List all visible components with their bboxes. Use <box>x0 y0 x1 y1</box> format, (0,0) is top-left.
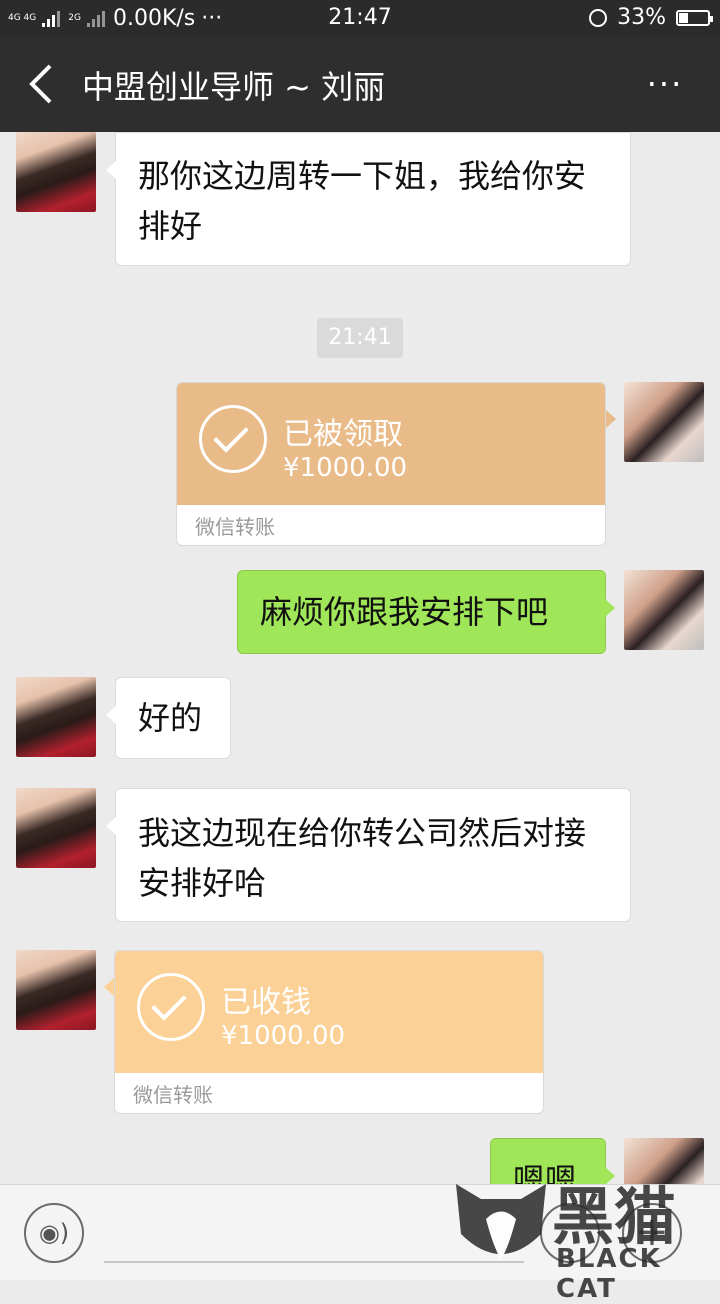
transfer-status: 已被领取 <box>283 417 403 452</box>
cat-logo-icon <box>456 1184 546 1259</box>
check-circle-icon <box>199 405 267 473</box>
transfer-card-top: 已被领取 ¥1000.00 <box>177 383 605 505</box>
voice-icon: ◉) <box>38 1219 70 1247</box>
transfer-amount: ¥1000.00 <box>283 453 408 483</box>
transfer-card-top: 已收钱 ¥1000.00 <box>115 951 543 1073</box>
check-circle-icon <box>137 973 205 1041</box>
transfer-footer: 微信转账 <box>133 1083 213 1107</box>
black-cat-watermark: 黑猫 BLACK CAT <box>446 1160 720 1304</box>
transfer-card[interactable]: 已被领取 ¥1000.00 微信转账 <box>176 382 606 546</box>
chat-header: 中盟创业导师 ~ 刘丽 ··· <box>0 36 720 132</box>
chat-title: 中盟创业导师 ~ 刘丽 <box>82 68 386 106</box>
watermark-en: BLACK CAT <box>556 1244 662 1304</box>
self-avatar[interactable] <box>624 570 704 650</box>
battery-percent: 33% <box>617 5 666 30</box>
message-bubble[interactable]: 麻烦你跟我安排下吧 <box>237 570 615 654</box>
alarm-icon <box>589 8 608 27</box>
status-bar: 4G 4G 2G 0.00K/s ··· 21:47 33% <box>0 0 720 36</box>
bubble-tail <box>104 978 114 996</box>
watermark-cn: 黑猫 <box>552 1180 677 1253</box>
transfer-amount: ¥1000.00 <box>221 1021 346 1051</box>
more-options-button[interactable]: ··· <box>640 62 690 106</box>
message-bubble[interactable]: 我这边现在给你转公司然后对接安排好哈 <box>106 788 631 922</box>
battery-fill <box>679 12 688 23</box>
message-timestamp: 21:41 <box>317 318 403 358</box>
back-arrow-icon[interactable] <box>20 58 64 110</box>
message-bubble[interactable]: 那你这边周转一下姐，我给你安排好 <box>106 132 631 266</box>
self-avatar[interactable] <box>624 382 704 462</box>
peer-avatar[interactable] <box>16 950 96 1030</box>
message-list[interactable]: 那你这边周转一下姐，我给你安排好 21:41 已被领取 ¥1000.00 微信转… <box>0 132 720 1184</box>
bubble-tail <box>606 410 616 428</box>
voice-input-button[interactable]: ◉) <box>24 1203 84 1263</box>
peer-avatar[interactable] <box>16 677 96 757</box>
peer-avatar[interactable] <box>16 132 96 212</box>
battery-icon <box>676 9 713 26</box>
transfer-card[interactable]: 已收钱 ¥1000.00 微信转账 <box>114 950 544 1114</box>
message-bubble[interactable]: 好的 <box>106 677 231 759</box>
transfer-footer: 微信转账 <box>195 515 275 539</box>
peer-avatar[interactable] <box>16 788 96 868</box>
transfer-status: 已收钱 <box>221 985 311 1020</box>
